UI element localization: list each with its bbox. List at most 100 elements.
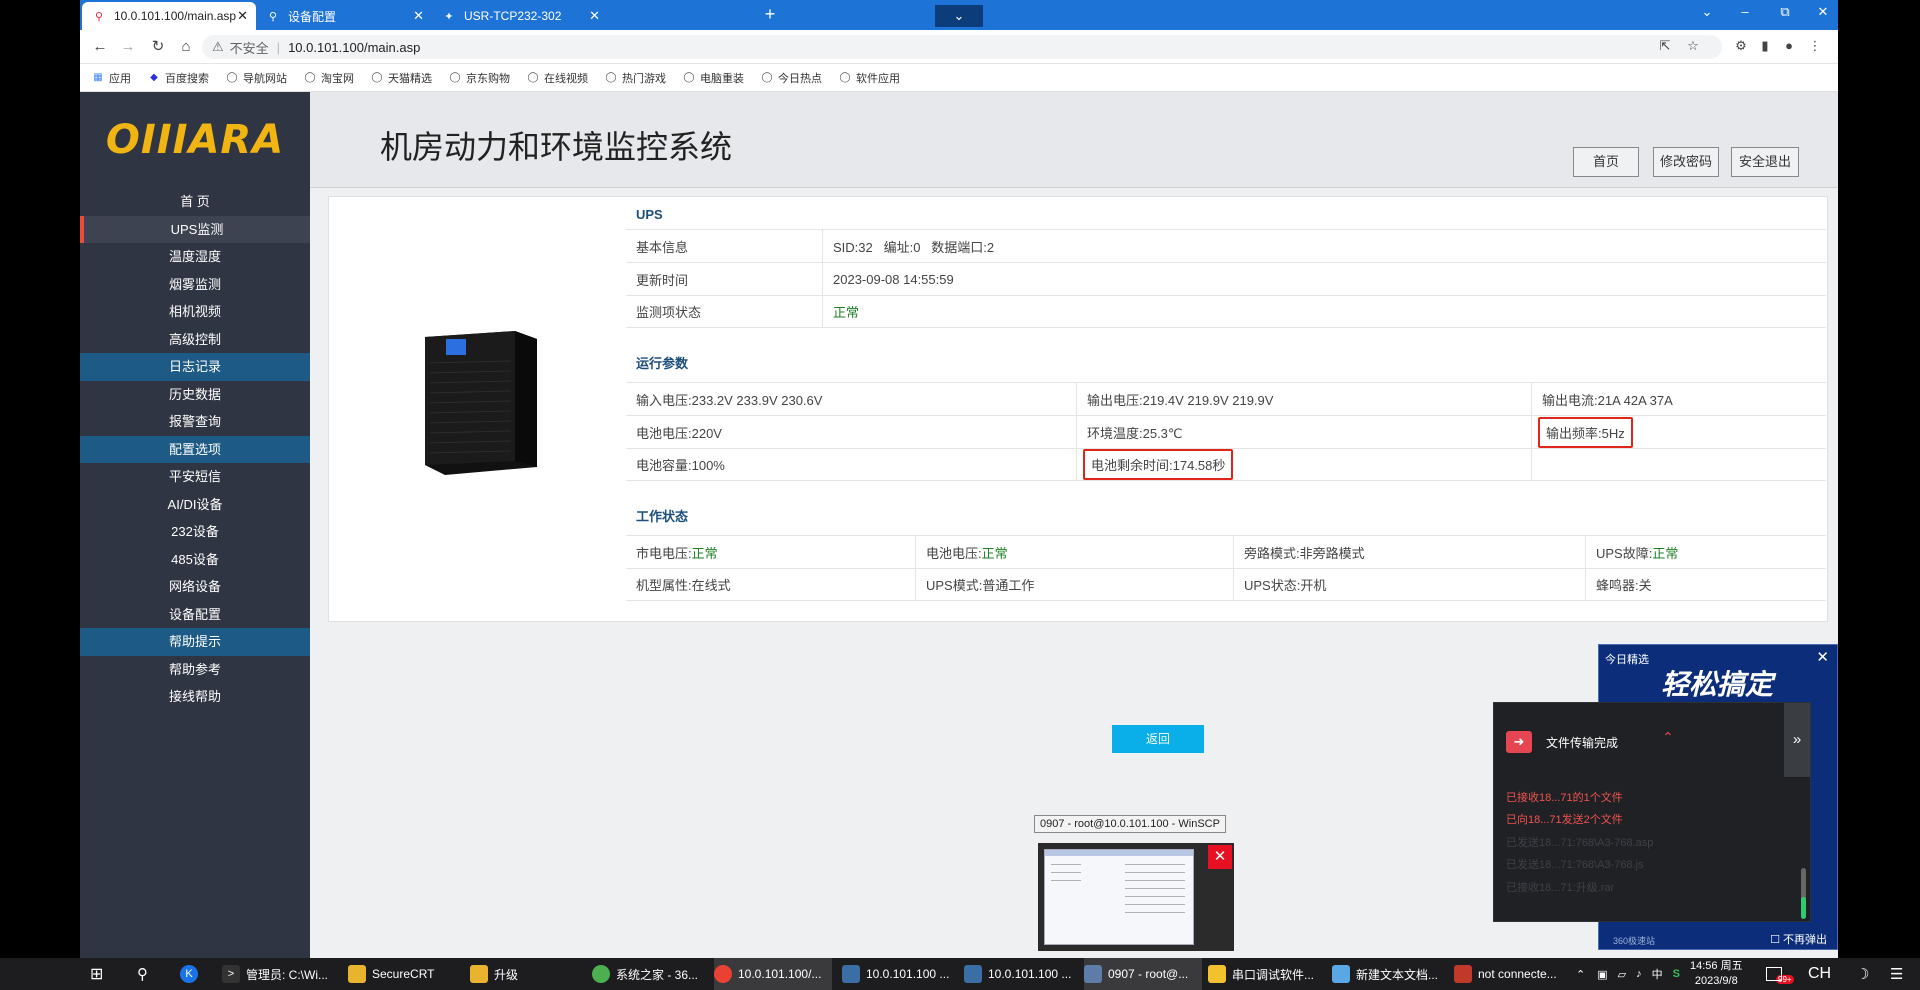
sidebar-icon[interactable]: ▮ bbox=[1756, 38, 1774, 56]
sidebar-item-temp-humidity[interactable]: 温度湿度 bbox=[80, 243, 310, 271]
language-indicator[interactable]: CH bbox=[1808, 958, 1831, 990]
sidebar-item-camera[interactable]: 相机视频 bbox=[80, 298, 310, 326]
transfer-line[interactable]: 已向18...71发送2个文件 bbox=[1506, 811, 1623, 827]
bookmark-baidu[interactable]: ◆ 百度搜索 bbox=[148, 70, 209, 86]
ime-icon[interactable]: 中 bbox=[1652, 966, 1663, 982]
sidebar-item-smoke[interactable]: 烟雾监测 bbox=[80, 271, 310, 299]
forward-arrow-icon[interactable]: → bbox=[118, 37, 138, 57]
sidebar-item-232[interactable]: 232设备 bbox=[80, 518, 310, 546]
close-icon[interactable]: ✕ bbox=[589, 8, 600, 24]
sidebar-item-history[interactable]: 历史数据 bbox=[80, 381, 310, 409]
k-app-icon[interactable]: K bbox=[180, 958, 204, 990]
tab-usr-tcp[interactable]: ✦ USR-TCP232-302 ✕ bbox=[432, 2, 608, 30]
back-arrow-icon[interactable]: ← bbox=[90, 37, 110, 57]
menu-icon[interactable]: ☰ bbox=[1890, 958, 1903, 990]
bookmark-apps[interactable]: ▦ 应用 bbox=[92, 70, 131, 86]
profile-icon[interactable]: ● bbox=[1780, 38, 1798, 56]
sidebar-section-logs[interactable]: 日志记录 bbox=[80, 353, 310, 381]
sidebar-item-alarms[interactable]: 报警查询 bbox=[80, 408, 310, 436]
bookmark-tmall[interactable]: ◯ 天猫精选 bbox=[371, 70, 432, 86]
tab-main[interactable]: ⚲ 10.0.101.100/main.asp ✕ bbox=[82, 2, 256, 30]
bookmark-hot[interactable]: ◯ 今日热点 bbox=[761, 70, 822, 86]
taskbar-item-notconnected[interactable]: not connecte... bbox=[1454, 958, 1557, 990]
home-icon[interactable]: ⌂ bbox=[176, 37, 196, 57]
sidebar-item-ups[interactable]: UPS监测 bbox=[80, 215, 310, 243]
tab-device-config[interactable]: ⚲ 设备配置 ✕ bbox=[256, 2, 432, 30]
bookmark-reinstall[interactable]: ◯ 电脑重装 bbox=[683, 70, 744, 86]
taskbar-item-360[interactable]: 系统之家 - 36... bbox=[592, 958, 698, 990]
chevron-down-icon[interactable]: ⌄ bbox=[1692, 4, 1722, 20]
volume-icon[interactable]: ♪ bbox=[1636, 968, 1642, 980]
taskbar-item-chrome[interactable]: 10.0.101.100/... bbox=[714, 958, 832, 990]
notification-icon[interactable]: 99+ bbox=[1766, 958, 1794, 990]
bookmark-games[interactable]: ◯ 热门游戏 bbox=[605, 70, 666, 86]
transfer-line[interactable]: 已接收18...71:升级.rar bbox=[1506, 879, 1614, 895]
sidebar-item-home[interactable]: 首 页 bbox=[80, 188, 310, 216]
star-icon[interactable]: ☆ bbox=[1684, 38, 1702, 56]
sidebar-section-help[interactable]: 帮助提示 bbox=[80, 628, 310, 656]
taskbar-item-securecrt[interactable]: SecureCRT bbox=[348, 958, 434, 990]
taskbar-item-serial[interactable]: 串口调试软件... bbox=[1208, 958, 1314, 990]
chevron-up-icon[interactable]: ⌃ bbox=[1662, 729, 1674, 746]
bookmark-jd[interactable]: ◯ 京东购物 bbox=[449, 70, 510, 86]
chevron-up-icon[interactable]: ⌃ bbox=[1576, 968, 1585, 981]
sidebar-item-device-config[interactable]: 设备配置 bbox=[80, 601, 310, 629]
transfer-line[interactable]: 已发送18...71:768\A3-768.js bbox=[1506, 856, 1644, 872]
bookmark-nav[interactable]: ◯ 导航网站 bbox=[226, 70, 287, 86]
search-icon[interactable]: ⚲ bbox=[137, 958, 161, 990]
close-icon[interactable]: ✕ bbox=[1816, 648, 1829, 666]
network-tray-icon[interactable]: ▣ bbox=[1597, 968, 1607, 981]
transfer-line[interactable]: 已接收18...71的1个文件 bbox=[1506, 789, 1623, 805]
url-input[interactable]: ⚠ 不安全 | 10.0.101.100/main.asp bbox=[202, 35, 1722, 59]
transfer-line[interactable]: 已发送18...71:768\A3-768.asp bbox=[1506, 834, 1653, 850]
sidebar-item-advanced[interactable]: 高级控制 bbox=[80, 326, 310, 354]
change-password-button[interactable]: 修改密码 bbox=[1653, 147, 1719, 177]
system-tray[interactable]: ⌃ ▣ ▱ ♪ 中 S bbox=[1576, 958, 1680, 990]
bookmark-video[interactable]: ◯ 在线视频 bbox=[527, 70, 588, 86]
close-icon[interactable]: ✕ bbox=[413, 8, 424, 24]
taskbar-item-upgrade[interactable]: 升级 bbox=[470, 958, 518, 990]
sidebar-item-network[interactable]: 网络设备 bbox=[80, 573, 310, 601]
clock[interactable]: 14:56 周五 2023/9/8 bbox=[1690, 959, 1743, 989]
taskbar-item-cmd[interactable]: > 管理员: C:\Wi... bbox=[222, 958, 328, 990]
sidebar-item-wiring[interactable]: 接线帮助 bbox=[80, 683, 310, 711]
sidebar-item-help-ref[interactable]: 帮助参考 bbox=[80, 656, 310, 684]
mains-status: 正常 bbox=[691, 545, 718, 561]
logout-button[interactable]: 安全退出 bbox=[1731, 147, 1799, 177]
close-window-icon[interactable]: ✕ bbox=[1808, 4, 1838, 20]
sogou-icon[interactable]: S bbox=[1673, 968, 1680, 980]
close-icon[interactable]: ✕ bbox=[237, 8, 248, 24]
sidebar-item-485[interactable]: 485设备 bbox=[80, 546, 310, 574]
extensions-icon[interactable]: ⚙ bbox=[1732, 38, 1750, 56]
tab-bar: ⚲ 10.0.101.100/main.asp ✕ ⚲ 设备配置 ✕ ✦ USR… bbox=[80, 0, 1838, 30]
restore-icon[interactable]: ⧉ bbox=[1770, 4, 1800, 20]
folder-icon bbox=[348, 965, 366, 983]
sidebar-section-config[interactable]: 配置选项 bbox=[80, 435, 310, 463]
back-button[interactable]: 返回 bbox=[1112, 725, 1204, 753]
ups-title: UPS bbox=[636, 207, 663, 222]
home-button[interactable]: 首页 bbox=[1573, 147, 1639, 177]
taskbar-item-remote-2[interactable]: 10.0.101.100 ... bbox=[964, 958, 1071, 990]
globe-icon: ◯ bbox=[449, 71, 461, 83]
reload-icon[interactable]: ↻ bbox=[148, 37, 168, 57]
minimize-icon[interactable]: – bbox=[1730, 4, 1760, 19]
sidebar-item-sms[interactable]: 平安短信 bbox=[80, 463, 310, 491]
share-icon[interactable]: ⇱ bbox=[1656, 38, 1674, 56]
taskbar-item-winscp[interactable]: 0907 - root@... bbox=[1084, 958, 1202, 990]
close-icon[interactable]: ✕ bbox=[1208, 845, 1232, 869]
sidebar-item-aidi[interactable]: AI/DI设备 bbox=[80, 491, 310, 519]
bookmark-software[interactable]: ◯ 软件应用 bbox=[839, 70, 900, 86]
menu-icon[interactable]: ⋮ bbox=[1806, 38, 1824, 56]
new-tab-icon[interactable]: + bbox=[758, 4, 782, 25]
windows-start-icon[interactable]: ⊞ bbox=[90, 958, 114, 990]
wifi-icon[interactable]: ▱ bbox=[1618, 968, 1626, 981]
taskbar-item-notepad[interactable]: 新建文本文档... bbox=[1332, 958, 1438, 990]
terminal-icon: > bbox=[222, 965, 240, 983]
expand-icon[interactable]: » bbox=[1784, 703, 1810, 777]
no-more-checkbox[interactable]: ☐ 不再弹出 bbox=[1770, 931, 1827, 947]
window-thumbnail[interactable]: ✕ bbox=[1038, 843, 1234, 951]
tab-search-icon[interactable]: ⌄ bbox=[935, 5, 983, 27]
night-mode-icon[interactable]: ☽ bbox=[1856, 958, 1869, 990]
bookmark-taobao[interactable]: ◯ 淘宝网 bbox=[304, 70, 354, 86]
taskbar-item-remote-1[interactable]: 10.0.101.100 ... bbox=[842, 958, 949, 990]
